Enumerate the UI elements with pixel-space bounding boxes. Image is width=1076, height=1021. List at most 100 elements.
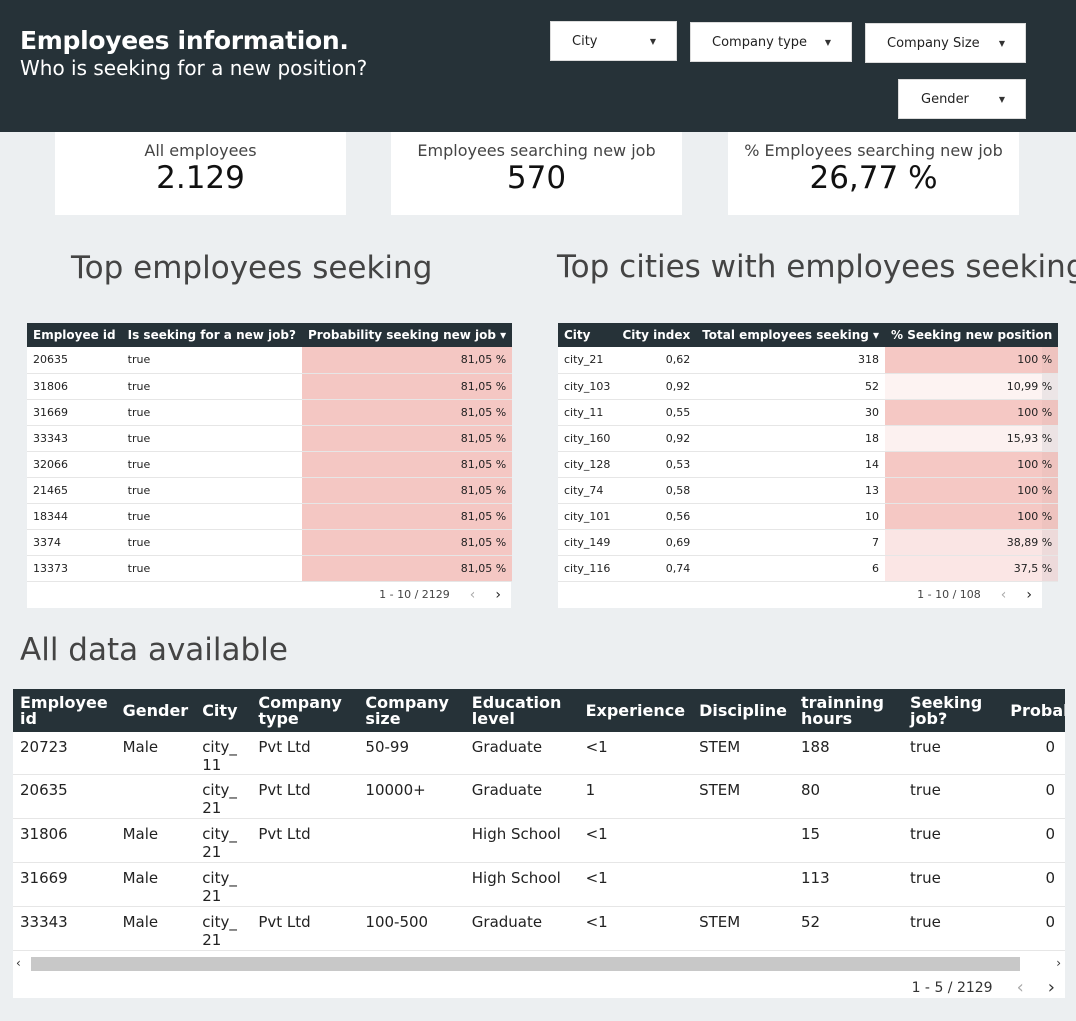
- top-employees-table: Employee id Is seeking for a new job? Pr…: [27, 323, 513, 608]
- table-row: 31669 Male city_21 High School <1 113 true 0: [13, 862, 1065, 907]
- column-header[interactable]: Is seeking for a new job?: [121, 323, 302, 347]
- table-cell: 33343: [27, 425, 122, 452]
- table-cell: 6: [696, 555, 886, 582]
- caret-down-icon: ▼: [824, 37, 831, 47]
- table-cell: 0,55: [616, 399, 697, 426]
- all-data-title: All data available: [20, 632, 288, 668]
- column-header[interactable]: Employee id: [13, 689, 116, 732]
- table-cell: 188: [794, 732, 904, 775]
- table-cell: 37,5 %: [885, 555, 1059, 582]
- scrollbar-thumb[interactable]: [31, 957, 1020, 971]
- table-cell: true: [903, 862, 1004, 907]
- table-cell: 52: [696, 373, 886, 400]
- table-cell: <1: [578, 906, 693, 951]
- scroll-left-icon[interactable]: ‹: [16, 956, 21, 970]
- table-cell: 31806: [13, 818, 116, 863]
- page-subtitle: Who is seeking for a new position?: [20, 56, 368, 80]
- column-header[interactable]: Experience: [578, 689, 693, 732]
- chevron-right-icon[interactable]: ›: [495, 587, 501, 603]
- table-cell: city_21: [195, 818, 252, 863]
- table-cell: Pvt Ltd: [251, 906, 359, 951]
- table-row: 13373 true 81,05 %: [27, 555, 513, 582]
- table-cell: Male: [115, 862, 196, 907]
- horizontal-scrollbar[interactable]: ‹ ›: [13, 956, 1065, 972]
- table-cell: 81,05 %: [301, 373, 513, 400]
- table-cell: 50-99: [358, 732, 465, 775]
- table-cell: <1: [578, 862, 693, 907]
- table-cell: 0: [1003, 774, 1065, 819]
- card-value: 2.129: [156, 160, 245, 196]
- table-cell: true: [121, 529, 302, 556]
- table-row: 18344 true 81,05 %: [27, 503, 513, 530]
- table-cell: Pvt Ltd: [251, 732, 359, 775]
- table-cell: city_160: [558, 425, 617, 452]
- pagination: 1 - 10 / 2129 ‹ ›: [27, 582, 511, 608]
- caret-down-icon: ▼: [998, 38, 1005, 48]
- city-filter-label: City: [572, 33, 598, 49]
- column-header[interactable]: Company type: [251, 689, 359, 732]
- column-header[interactable]: Seeking job?: [903, 689, 1004, 732]
- table-cell: 0: [1003, 732, 1065, 775]
- city-filter[interactable]: City ▼: [550, 21, 677, 61]
- table-cell: [358, 862, 465, 907]
- column-header[interactable]: Company size: [358, 689, 465, 732]
- table-cell: 0: [1003, 906, 1065, 951]
- column-header[interactable]: Employee id: [27, 323, 122, 347]
- column-header[interactable]: trainning hours: [794, 689, 904, 732]
- column-header[interactable]: Probabil: [1003, 689, 1065, 732]
- table-cell: city_116: [558, 555, 617, 582]
- column-header[interactable]: Gender: [115, 689, 196, 732]
- table-cell: 81,05 %: [301, 555, 513, 582]
- chevron-left-icon[interactable]: ‹: [1017, 977, 1024, 998]
- column-header-sorted[interactable]: Total employees seeking ▾: [696, 323, 886, 347]
- table-cell: Graduate: [464, 732, 579, 775]
- table-cell: 1: [578, 774, 693, 819]
- column-header-sorted[interactable]: Probability seeking new job ▾: [301, 323, 513, 347]
- table-cell: 81,05 %: [301, 477, 513, 504]
- top-cities-table: City City index Total employees seeking …: [558, 323, 1059, 608]
- table-cell: Male: [115, 732, 196, 775]
- caret-down-icon: ▼: [998, 94, 1005, 104]
- table-cell: city_21: [558, 347, 617, 374]
- table-cell: 318: [696, 347, 886, 374]
- dashboard-header: Employees information. Who is seeking fo…: [0, 0, 1076, 132]
- pagination-label: 1 - 10 / 2129: [379, 588, 450, 601]
- table-cell: true: [903, 774, 1004, 819]
- table-cell: High School: [464, 818, 579, 863]
- table-cell: city_21: [195, 774, 252, 819]
- chevron-left-icon[interactable]: ‹: [470, 587, 476, 603]
- table-cell: true: [121, 503, 302, 530]
- column-header[interactable]: City index: [616, 323, 697, 347]
- table-cell: [251, 862, 359, 907]
- chevron-right-icon[interactable]: ›: [1048, 977, 1055, 998]
- pagination: 1 - 5 / 2129 ‹ ›: [912, 977, 1055, 998]
- column-header[interactable]: Discipline: [692, 689, 795, 732]
- chevron-left-icon[interactable]: ‹: [1001, 587, 1007, 603]
- table-cell: 0,62: [616, 347, 697, 374]
- table-cell: <1: [578, 732, 693, 775]
- column-header[interactable]: City: [195, 689, 252, 732]
- table-row: 31806 Male city_21 Pvt Ltd High School <1 15 tr…: [13, 818, 1065, 863]
- column-header[interactable]: % Seeking new position: [885, 323, 1059, 347]
- all-employees-card: All employees 2.129: [55, 132, 346, 215]
- table-cell: 33343: [13, 906, 116, 951]
- company-size-filter[interactable]: Company Size ▼: [865, 23, 1026, 63]
- gender-filter[interactable]: Gender ▼: [898, 79, 1026, 119]
- scroll-right-icon[interactable]: ›: [1056, 956, 1061, 970]
- table-cell: true: [121, 555, 302, 582]
- table-cell: <1: [578, 818, 693, 863]
- company-type-filter[interactable]: Company type ▼: [690, 22, 852, 62]
- gender-filter-label: Gender: [921, 91, 969, 107]
- chevron-right-icon[interactable]: ›: [1026, 587, 1032, 603]
- table-cell: 15,93 %: [885, 425, 1059, 452]
- column-header[interactable]: Education level: [464, 689, 579, 732]
- table-cell: true: [121, 425, 302, 452]
- table-cell: Pvt Ltd: [251, 774, 359, 819]
- table-cell: 0: [1003, 818, 1065, 863]
- table-cell: true: [121, 373, 302, 400]
- table-row: 3374 true 81,05 %: [27, 529, 513, 556]
- table-cell: 13: [696, 477, 886, 504]
- column-header[interactable]: City: [558, 323, 617, 347]
- table-cell: 18: [696, 425, 886, 452]
- percent-searching-card: % Employees searching new job 26,77 %: [728, 132, 1019, 215]
